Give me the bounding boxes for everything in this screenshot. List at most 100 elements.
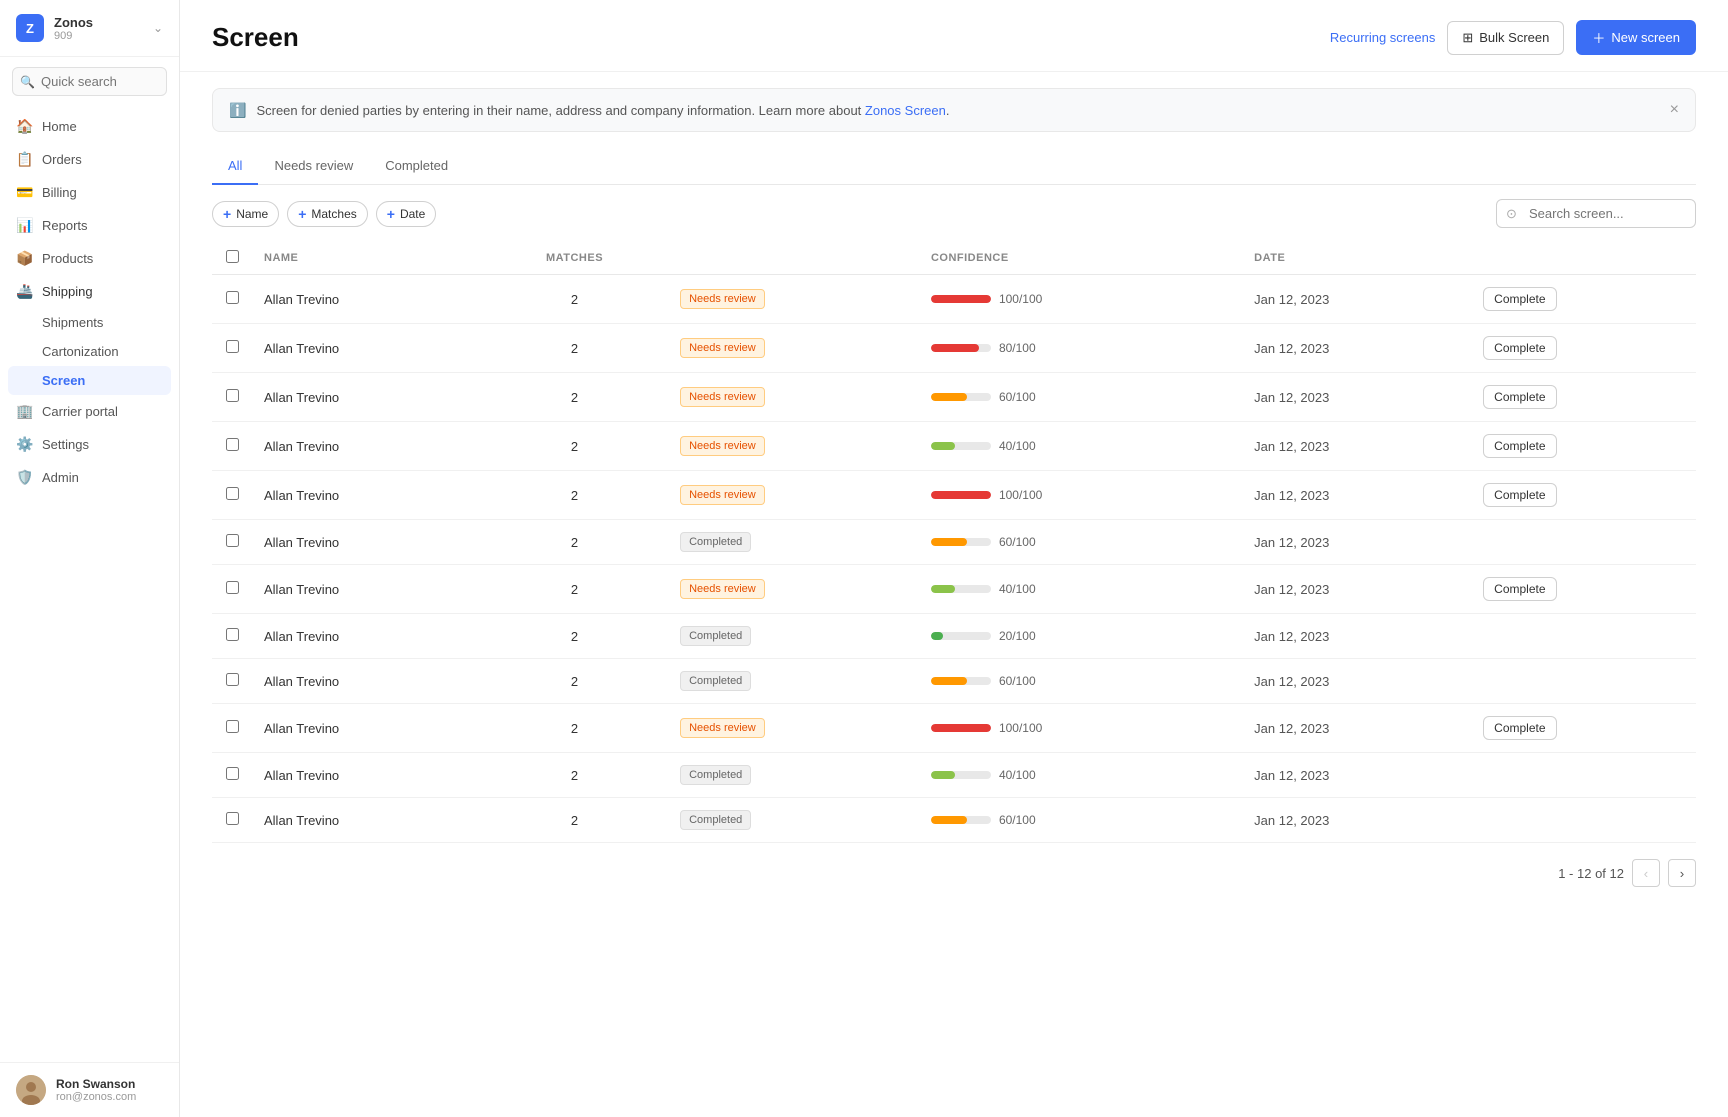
- info-banner-link[interactable]: Zonos Screen: [865, 103, 946, 118]
- confidence-bar-fill: [931, 771, 955, 779]
- sidebar-item-carrier-portal[interactable]: 🏢 Carrier portal: [0, 395, 179, 428]
- confidence-bar-bg: [931, 393, 991, 401]
- row-date: Jan 12, 2023: [1242, 798, 1471, 843]
- search-screen-input[interactable]: [1496, 199, 1696, 228]
- complete-button[interactable]: Complete: [1483, 577, 1556, 601]
- row-confidence: 60/100: [919, 373, 1242, 422]
- row-checkbox[interactable]: [226, 767, 239, 780]
- row-matches: 2: [481, 565, 668, 614]
- carrier-portal-icon: 🏢: [16, 403, 32, 420]
- shipping-submenu: Shipments Cartonization Screen: [0, 308, 179, 395]
- confidence-bar-bg: [931, 538, 991, 546]
- complete-button[interactable]: Complete: [1483, 385, 1556, 409]
- status-badge: Needs review: [680, 579, 765, 599]
- sidebar-item-shipments[interactable]: Shipments: [0, 308, 179, 337]
- confidence-bar-bg: [931, 677, 991, 685]
- row-checkbox[interactable]: [226, 581, 239, 594]
- confidence-bar-bg: [931, 491, 991, 499]
- row-checkbox[interactable]: [226, 720, 239, 733]
- filter-chip-name[interactable]: + Name: [212, 201, 279, 227]
- quick-search-input[interactable]: [12, 67, 167, 96]
- row-checkbox[interactable]: [226, 487, 239, 500]
- row-status: Needs review: [668, 422, 919, 471]
- row-name: Allan Trevino: [252, 373, 481, 422]
- search-screen-icon: ⊙: [1506, 206, 1517, 222]
- pagination-prev-button[interactable]: ‹: [1632, 859, 1660, 887]
- row-checkbox[interactable]: [226, 389, 239, 402]
- sidebar-item-billing[interactable]: 💳 Billing: [0, 176, 179, 209]
- row-checkbox[interactable]: [226, 673, 239, 686]
- confidence-text: 40/100: [999, 768, 1047, 782]
- confidence-bar-bg: [931, 816, 991, 824]
- sidebar-item-products[interactable]: 📦 Products: [0, 242, 179, 275]
- sidebar-item-admin[interactable]: 🛡️ Admin: [0, 461, 179, 494]
- confidence-bar-fill: [931, 816, 967, 824]
- filter-chip-matches-label: Matches: [311, 207, 356, 221]
- row-confidence: 80/100: [919, 324, 1242, 373]
- complete-button[interactable]: Complete: [1483, 434, 1556, 458]
- filter-chip-date-label: Date: [400, 207, 425, 221]
- sidebar-item-shipments-label: Shipments: [42, 315, 103, 330]
- sidebar-item-reports[interactable]: 📊 Reports: [0, 209, 179, 242]
- brand-avatar: Z: [16, 14, 44, 42]
- row-action: Complete: [1471, 471, 1696, 520]
- user-section[interactable]: Ron Swanson ron@zonos.com: [0, 1062, 179, 1117]
- row-checkbox[interactable]: [226, 812, 239, 825]
- sidebar-item-cartonization[interactable]: Cartonization: [0, 337, 179, 366]
- admin-icon: 🛡️: [16, 469, 32, 486]
- info-close-button[interactable]: ×: [1670, 101, 1679, 119]
- row-checkbox[interactable]: [226, 628, 239, 641]
- row-matches: 2: [481, 753, 668, 798]
- filter-chip-date[interactable]: + Date: [376, 201, 437, 227]
- row-checkbox[interactable]: [226, 340, 239, 353]
- row-checkbox[interactable]: [226, 291, 239, 304]
- chip-plus-icon: +: [223, 206, 231, 222]
- pagination-next-button[interactable]: ›: [1668, 859, 1696, 887]
- filter-chip-name-label: Name: [236, 207, 268, 221]
- new-screen-button[interactable]: ＋ New screen: [1576, 20, 1696, 55]
- table-row: Allan Trevino 2 Completed 60/100 Jan 12,…: [212, 798, 1696, 843]
- recurring-screens-button[interactable]: Recurring screens: [1330, 30, 1436, 45]
- tab-needs-review[interactable]: Needs review: [258, 148, 369, 185]
- sidebar-item-carrier-portal-label: Carrier portal: [42, 404, 118, 419]
- complete-button[interactable]: Complete: [1483, 483, 1556, 507]
- complete-button[interactable]: Complete: [1483, 336, 1556, 360]
- brand-section[interactable]: Z Zonos 909 ⌄: [0, 0, 179, 57]
- filter-chip-matches[interactable]: + Matches: [287, 201, 368, 227]
- nav-section: 🏠 Home 📋 Orders 💳 Billing 📊 Reports 📦 Pr…: [0, 106, 179, 498]
- complete-button[interactable]: Complete: [1483, 287, 1556, 311]
- row-checkbox[interactable]: [226, 438, 239, 451]
- complete-button[interactable]: Complete: [1483, 716, 1556, 740]
- reports-icon: 📊: [16, 217, 32, 234]
- sidebar-item-settings[interactable]: ⚙️ Settings: [0, 428, 179, 461]
- bulk-screen-button[interactable]: ⊞ Bulk Screen: [1447, 21, 1564, 55]
- row-status: Needs review: [668, 471, 919, 520]
- row-matches: 2: [481, 373, 668, 422]
- col-header-name: NAME: [252, 242, 481, 275]
- sidebar-item-home[interactable]: 🏠 Home: [0, 110, 179, 143]
- row-name: Allan Trevino: [252, 520, 481, 565]
- main-content: Screen Recurring screens ⊞ Bulk Screen ＋…: [180, 0, 1728, 1117]
- billing-icon: 💳: [16, 184, 32, 201]
- user-info: Ron Swanson ron@zonos.com: [56, 1077, 136, 1103]
- user-name: Ron Swanson: [56, 1077, 136, 1091]
- row-matches: 2: [481, 422, 668, 471]
- table-row: Allan Trevino 2 Needs review 80/100 Jan …: [212, 324, 1696, 373]
- col-header-action: [1471, 242, 1696, 275]
- row-name: Allan Trevino: [252, 704, 481, 753]
- row-date: Jan 12, 2023: [1242, 565, 1471, 614]
- tab-completed[interactable]: Completed: [369, 148, 464, 185]
- confidence-bar-fill: [931, 538, 967, 546]
- status-badge: Completed: [680, 532, 751, 552]
- row-checkbox[interactable]: [226, 534, 239, 547]
- sidebar-item-screen[interactable]: Screen: [8, 366, 171, 395]
- row-confidence: 100/100: [919, 704, 1242, 753]
- tab-all[interactable]: All: [212, 148, 258, 185]
- sidebar-item-orders[interactable]: 📋 Orders: [0, 143, 179, 176]
- row-date: Jan 12, 2023: [1242, 659, 1471, 704]
- sidebar-item-shipping[interactable]: 🚢 Shipping: [0, 275, 179, 308]
- status-badge: Completed: [680, 626, 751, 646]
- select-all-checkbox[interactable]: [226, 250, 239, 263]
- status-badge: Completed: [680, 810, 751, 830]
- col-header-matches: MATCHES: [481, 242, 668, 275]
